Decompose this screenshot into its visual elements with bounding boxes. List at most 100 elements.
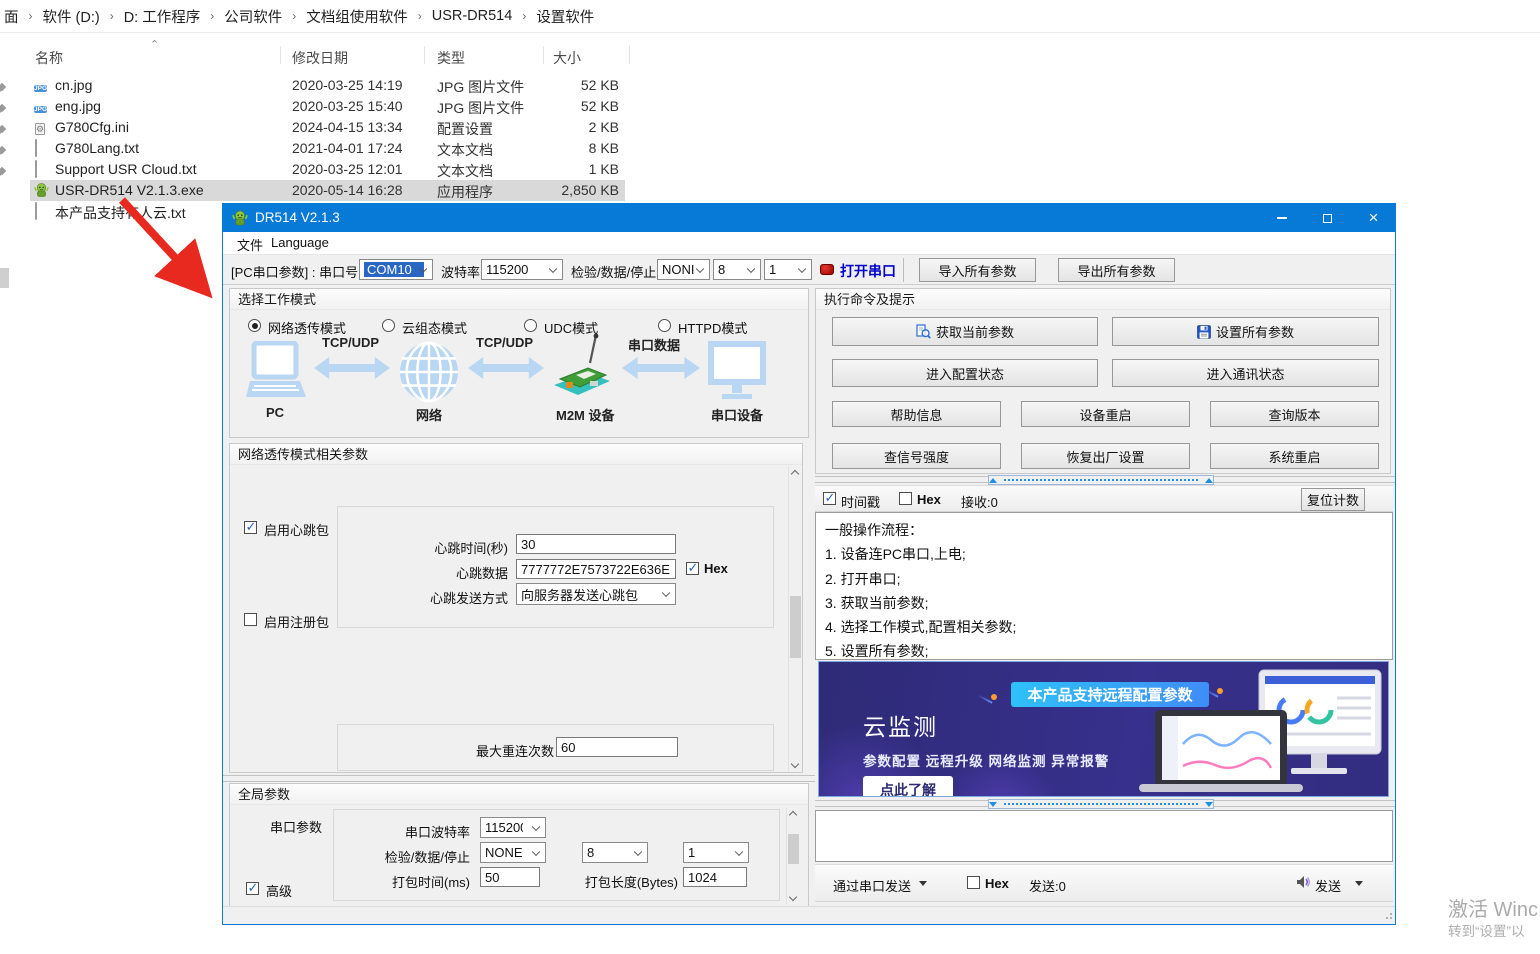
hb-time-label: 心跳时间(秒): [388, 538, 508, 557]
scroll-down-icon[interactable]: [791, 760, 799, 768]
minimize-button[interactable]: [1259, 204, 1304, 232]
reconnect-input[interactable]: [556, 737, 678, 757]
banner-cta-button[interactable]: 点此了解: [863, 776, 953, 797]
device-reboot-button[interactable]: 设备重启: [1021, 401, 1190, 427]
scrollbar-thumb[interactable]: [790, 596, 801, 658]
set-params-button[interactable]: 设置所有参数: [1112, 317, 1379, 346]
splitter-handle[interactable]: [988, 475, 1214, 485]
hb-hex-checkbox[interactable]: [686, 562, 699, 575]
signal-strength-button[interactable]: 查信号强度: [832, 443, 1001, 469]
splitter-handle[interactable]: [988, 799, 1214, 809]
file-type: 文本文档: [437, 140, 493, 160]
file-size: 1 KB: [589, 161, 619, 177]
column-header-size[interactable]: 大小: [553, 48, 581, 68]
close-button[interactable]: ×: [1351, 204, 1396, 232]
enter-comm-button[interactable]: 进入通讯状态: [1112, 359, 1379, 387]
get-params-button[interactable]: 获取当前参数: [832, 317, 1098, 346]
nav-scrollbar-fragment[interactable]: [0, 268, 9, 288]
databits-select[interactable]: 8: [713, 259, 761, 280]
resize-grip[interactable]: [1384, 913, 1392, 921]
stopbits-select[interactable]: 1: [764, 259, 812, 280]
hb-mode-select[interactable]: 向服务器发送心跳包: [516, 583, 676, 605]
column-divider[interactable]: [543, 46, 544, 64]
rx-hex-checkbox[interactable]: [899, 492, 912, 505]
chevron-right-icon: ›: [516, 9, 532, 23]
scroll-up-icon[interactable]: [789, 811, 797, 819]
column-divider[interactable]: [280, 46, 281, 64]
file-row[interactable]: Support USR Cloud.txt 2020-03-25 12:01 文…: [30, 159, 625, 180]
title-bar[interactable]: DR514 V2.1.3 ×: [223, 204, 1395, 232]
diagram-link1-label: TCP/UDP: [322, 335, 379, 350]
work-mode-title: 选择工作模式: [230, 289, 808, 310]
menu-file[interactable]: 文件: [237, 235, 263, 254]
port-closed-indicator-icon: [820, 264, 834, 275]
enter-config-button[interactable]: 进入配置状态: [832, 359, 1098, 387]
breadcrumb-item[interactable]: 设置软件: [532, 6, 598, 27]
radio-udc-mode[interactable]: [524, 319, 537, 332]
chevron-right-icon: ›: [104, 9, 120, 23]
breadcrumb-item[interactable]: 软件 (D:): [39, 6, 104, 27]
send-via-dropdown[interactable]: 通过串口发送: [833, 876, 911, 895]
menu-language[interactable]: Language: [271, 235, 329, 250]
factory-reset-button[interactable]: 恢复出厂设置: [1021, 443, 1190, 469]
radio-httpd-mode[interactable]: [658, 319, 671, 332]
column-header-type[interactable]: 类型: [437, 48, 465, 68]
global-scrollbar[interactable]: [786, 808, 799, 904]
column-divider[interactable]: [629, 46, 630, 64]
column-divider[interactable]: [424, 46, 425, 64]
maximize-button[interactable]: [1305, 204, 1350, 232]
file-date: 2021-04-01 17:24: [292, 140, 403, 156]
txt-file-icon: [34, 203, 49, 219]
radio-cloud-config[interactable]: [382, 319, 395, 332]
file-row[interactable]: JPG eng.jpg 2020-03-25 15:40 JPG 图片文件 52…: [30, 96, 625, 117]
hb-data-input[interactable]: [516, 559, 676, 579]
parity-label: 检验/数据/停止: [571, 262, 656, 281]
radio-net-transparent[interactable]: [248, 319, 261, 332]
chevron-down-icon: [634, 847, 642, 855]
baud-select[interactable]: 115200: [481, 259, 563, 280]
parity-select[interactable]: NONI: [657, 259, 710, 280]
system-reboot-button[interactable]: 系统重启: [1210, 443, 1379, 469]
file-row[interactable]: JPG cn.jpg 2020-03-25 14:19 JPG 图片文件 52 …: [30, 75, 625, 96]
column-header-date[interactable]: 修改日期: [292, 48, 348, 68]
breadcrumb-item[interactable]: D: 工作程序: [120, 6, 205, 27]
open-port-button[interactable]: 打开串口: [840, 261, 896, 281]
receive-area[interactable]: 一般操作流程： 1. 设备连PC串口,上电; 2. 打开串口; 3. 获取当前参…: [815, 512, 1393, 660]
file-row[interactable]: ⚙ G780Cfg.ini 2024-04-15 13:34 配置设置 2 KB: [30, 117, 625, 138]
tx-hex-checkbox[interactable]: [967, 876, 980, 889]
enable-register-checkbox[interactable]: [244, 613, 257, 626]
enable-heartbeat-checkbox[interactable]: [244, 521, 257, 534]
pack-length-input[interactable]: [683, 867, 747, 887]
send-splitter[interactable]: [815, 800, 1395, 807]
receive-splitter[interactable]: [815, 476, 1395, 483]
breadcrumb-item[interactable]: USR-DR514: [428, 8, 517, 24]
send-button[interactable]: 发送: [1315, 876, 1341, 895]
query-version-button[interactable]: 查询版本: [1210, 401, 1379, 427]
params-scrollbar[interactable]: [788, 466, 801, 772]
breadcrumb-item[interactable]: 面: [0, 6, 23, 27]
help-info-button[interactable]: 帮助信息: [832, 401, 1001, 427]
com-port-select[interactable]: COM10: [359, 259, 433, 280]
global-parity-select[interactable]: NONE: [480, 842, 546, 863]
global-baud-select[interactable]: 115200: [480, 817, 546, 838]
breadcrumb-item[interactable]: 文档组使用软件: [302, 6, 412, 27]
transparent-params-title: 网络透传模式相关参数: [230, 444, 802, 465]
pack-time-input[interactable]: [480, 867, 540, 887]
scroll-up-icon[interactable]: [791, 470, 799, 478]
file-row[interactable]: G780Lang.txt 2021-04-01 17:24 文本文档 8 KB: [30, 138, 625, 159]
scroll-down-icon[interactable]: [789, 893, 797, 901]
cloud-ad-banner[interactable]: 本产品支持远程配置参数 云监测 参数配置 远程升级 网络监测 异常报警 点此了解: [818, 661, 1389, 797]
reset-count-button[interactable]: 复位计数: [1301, 488, 1365, 511]
advanced-checkbox[interactable]: [246, 882, 259, 895]
column-header-name[interactable]: 名称: [35, 48, 63, 68]
breadcrumb-item[interactable]: 公司软件: [220, 6, 286, 27]
send-input-area[interactable]: [815, 810, 1393, 862]
global-stopbits-select[interactable]: 1: [683, 842, 749, 863]
timestamp-checkbox[interactable]: [823, 492, 836, 505]
import-params-button[interactable]: 导入所有参数: [919, 258, 1036, 282]
scrollbar-thumb[interactable]: [788, 834, 799, 864]
left-splitter[interactable]: [223, 775, 815, 782]
global-databits-select[interactable]: 8: [582, 842, 648, 863]
hb-time-input[interactable]: [516, 534, 676, 554]
export-params-button[interactable]: 导出所有参数: [1058, 258, 1175, 282]
